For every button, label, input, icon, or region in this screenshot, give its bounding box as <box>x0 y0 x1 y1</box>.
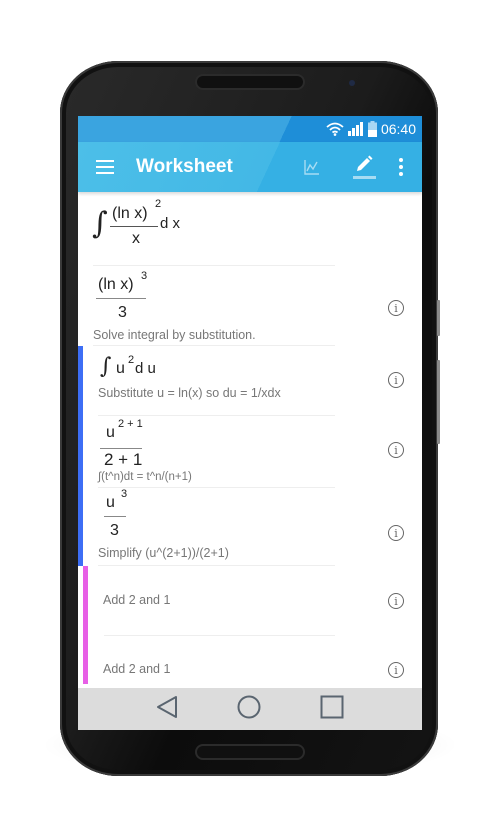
info-icon[interactable]: i <box>388 593 404 609</box>
info-icon[interactable]: i <box>388 525 404 541</box>
exponent: 2 + 1 <box>118 418 143 430</box>
status-bar: 06:40 <box>78 116 422 142</box>
step-row[interactable]: Add 2 and 1 i <box>78 636 422 684</box>
base: u <box>116 360 125 377</box>
step-description: Solve integral by substitution. <box>93 328 256 342</box>
step-description: Substitute u = ln(x) so du = 1/xdx <box>98 386 281 400</box>
home-icon[interactable] <box>237 695 261 724</box>
fraction-bar <box>110 226 158 227</box>
step-description: Add 2 and 1 <box>103 593 171 607</box>
clock: 06:40 <box>380 121 416 137</box>
info-icon[interactable]: i <box>388 442 404 458</box>
denominator: 3 <box>110 522 119 539</box>
numerator: u <box>106 494 115 511</box>
pencil-edit-icon[interactable] <box>352 155 376 179</box>
info-icon[interactable]: i <box>388 372 404 388</box>
fraction-bar <box>100 448 142 449</box>
numerator: (ln x) <box>98 276 134 293</box>
exponent: 2 <box>155 198 162 210</box>
step-row[interactable]: ∫ u 2 d u Substitute u = ln(x) so du = 1… <box>78 346 422 416</box>
step-description: Add 2 and 1 <box>103 662 171 676</box>
worksheet-list: ∫ (ln x) 2 x d x (ln x) 3 3 Solve integr… <box>78 192 422 684</box>
fraction-bar <box>104 516 126 517</box>
volume-button <box>437 360 440 444</box>
denominator: 3 <box>118 304 127 321</box>
earpiece-speaker <box>197 76 303 88</box>
numerator: u <box>106 424 115 441</box>
denominator: 2 + 1 <box>104 450 143 469</box>
differential: d x <box>160 215 181 232</box>
battery-icon <box>367 121 377 137</box>
numerator: (ln x) <box>112 205 148 222</box>
integral-sign: ∫ <box>100 354 112 379</box>
signal-icon <box>347 122 364 136</box>
back-icon[interactable] <box>156 695 178 724</box>
fraction-bar <box>96 298 146 299</box>
exponent: 2 <box>128 354 135 366</box>
bottom-speaker <box>197 746 303 758</box>
power-button <box>437 300 440 336</box>
info-icon[interactable]: i <box>388 662 404 678</box>
exponent: 3 <box>141 270 148 282</box>
step-description: Simplify (u^(2+1))/(2+1) <box>98 546 229 560</box>
screen: 06:40 Worksheet ∫ (ln x) 2 x d x (ln x) … <box>78 116 422 730</box>
wifi-icon <box>326 122 344 136</box>
denominator: x <box>132 230 140 247</box>
page-title: Worksheet <box>136 156 233 177</box>
step-row[interactable]: Add 2 and 1 i <box>78 566 422 634</box>
differential: d u <box>135 360 156 377</box>
exponent: 3 <box>121 488 128 500</box>
step-row[interactable]: u 2 + 1 2 + 1 ∫(t^n)dt = t^n/(n+1) i <box>78 416 422 488</box>
integral-sign: ∫ <box>92 206 108 241</box>
recents-icon[interactable] <box>320 695 344 724</box>
info-icon[interactable]: i <box>388 300 404 316</box>
problem-expression[interactable]: ∫ (ln x) 2 x d x <box>78 192 422 266</box>
navigation-bar <box>78 688 422 730</box>
step-row[interactable]: u 3 3 Simplify (u^(2+1))/(2+1) i <box>78 488 422 566</box>
step-description: ∫(t^n)dt = t^n/(n+1) <box>98 471 192 483</box>
front-camera <box>349 80 355 86</box>
app-bar: Worksheet <box>78 142 422 192</box>
step-row[interactable]: (ln x) 3 3 Solve integral by substitutio… <box>78 266 422 346</box>
more-vert-icon[interactable] <box>396 158 406 176</box>
graph-icon[interactable] <box>302 159 322 175</box>
hamburger-menu-icon[interactable] <box>96 160 114 174</box>
